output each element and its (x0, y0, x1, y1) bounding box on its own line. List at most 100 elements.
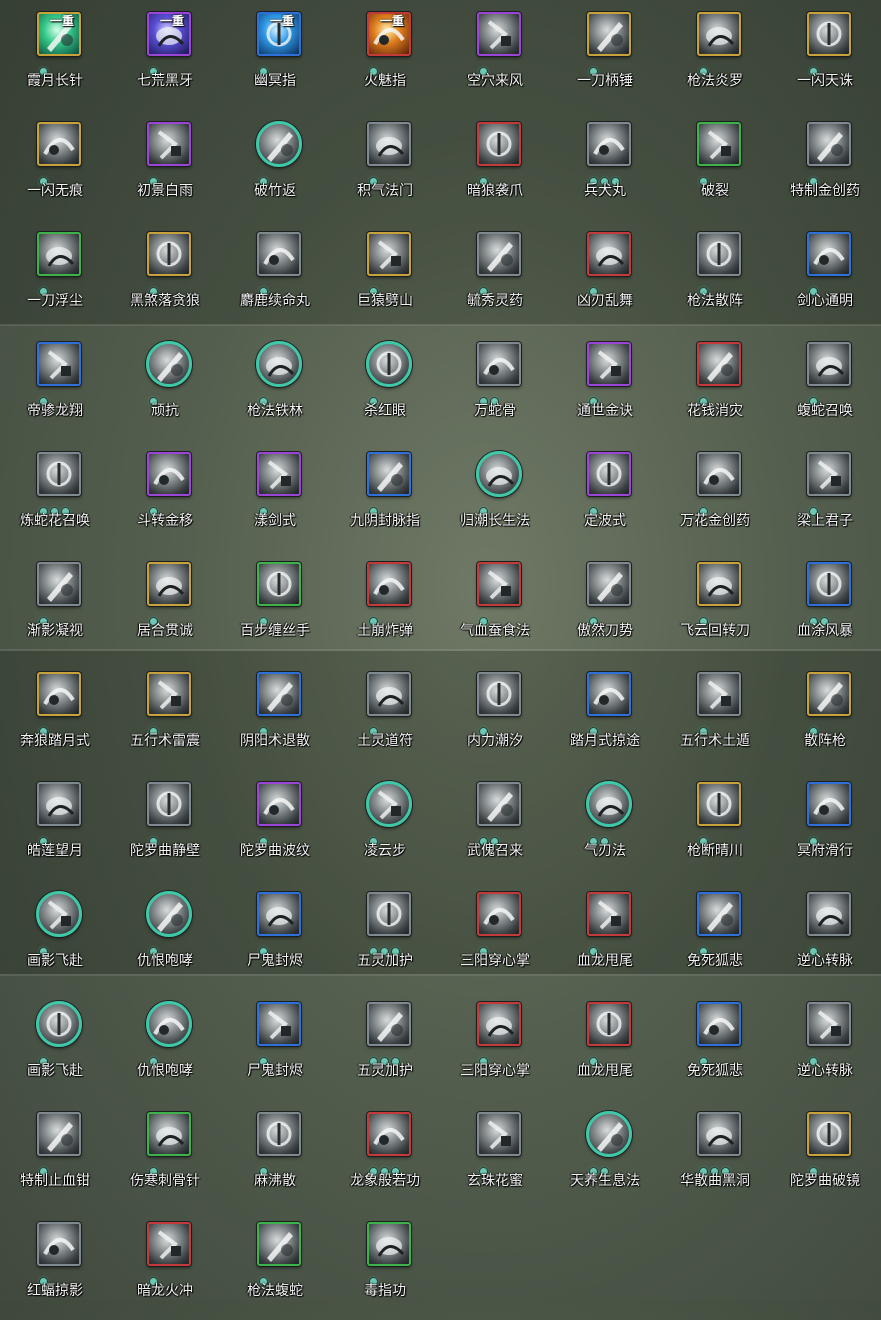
skill-slot[interactable]: 归潮长生法 (440, 440, 550, 550)
dash-icon[interactable] (37, 122, 81, 166)
skill-slot[interactable]: 枪法炎罗 (660, 0, 770, 110)
skill-slot[interactable]: 内力潮汐 (440, 660, 550, 770)
skill-slot[interactable]: 龙象般若功 (330, 1100, 440, 1210)
deer-icon[interactable] (257, 232, 301, 276)
skill-slot[interactable]: 红蝠掠影 (0, 1210, 110, 1320)
skill-slot[interactable]: 奔狼踏月式 (0, 660, 110, 770)
wind-blade-icon[interactable] (586, 781, 632, 827)
pill-icon[interactable] (587, 122, 631, 166)
skill-slot[interactable]: 逆心转脉 (770, 880, 880, 990)
skill-slot[interactable]: 特制止血钳 (0, 1100, 110, 1210)
skill-slot[interactable]: 一重 七荒黑牙 (110, 0, 220, 110)
dragon-icon[interactable] (37, 342, 81, 386)
skill-slot[interactable]: 蝮蛇召唤 (770, 330, 880, 440)
no-sword-icon[interactable] (36, 891, 82, 937)
skill-slot[interactable]: 万蛇骨 (440, 330, 550, 440)
earth-icon[interactable] (697, 672, 741, 716)
potion-icon[interactable] (807, 122, 851, 166)
skill-slot[interactable]: 一重 火魅指 (330, 0, 440, 110)
skill-slot[interactable]: 土灵道符 (330, 660, 440, 770)
tail-icon[interactable] (587, 892, 631, 936)
skill-slot[interactable]: 踏月式掠途 (550, 660, 660, 770)
skill-slot[interactable]: 九阴封脉指 (330, 440, 440, 550)
skill-slot[interactable]: 兵犬丸 (550, 110, 660, 220)
rain-icon[interactable] (147, 122, 191, 166)
skill-slot[interactable]: 阴阳术退散 (220, 660, 330, 770)
spear-icon[interactable] (807, 672, 851, 716)
swirl-icon[interactable] (807, 892, 851, 936)
skill-slot[interactable]: 麻沸散 (220, 1100, 330, 1210)
helmet-icon[interactable] (366, 341, 412, 387)
skill-slot[interactable]: 华散曲黑洞 (660, 1100, 770, 1210)
skill-slot[interactable]: 尸鬼封烬 (220, 990, 330, 1100)
skill-slot[interactable]: 居合贯诚 (110, 550, 220, 660)
tail-icon[interactable] (587, 1002, 631, 1046)
skill-slot[interactable]: 积气法门 (330, 110, 440, 220)
horse-icon[interactable] (807, 782, 851, 826)
palm-icon[interactable] (477, 1002, 521, 1046)
swirl-icon[interactable] (367, 122, 411, 166)
moon-icon[interactable] (587, 672, 631, 716)
skill-slot[interactable]: 五行术土遁 (660, 660, 770, 770)
wolf-icon[interactable] (147, 232, 191, 276)
crescent-icon[interactable] (37, 782, 81, 826)
skill-slot[interactable]: 破裂 (660, 110, 770, 220)
skill-slot[interactable]: 枪法蝮蛇 (220, 1210, 330, 1320)
skill-slot[interactable]: 暗狼袭爪 (440, 110, 550, 220)
skill-slot[interactable]: 一刀柄锤 (550, 0, 660, 110)
snake-icon[interactable] (807, 342, 851, 386)
skill-slot[interactable]: 逆心转脉 (770, 990, 880, 1100)
roar-icon[interactable] (146, 891, 192, 937)
wings-icon[interactable] (477, 562, 521, 606)
shatter-icon[interactable] (697, 122, 741, 166)
bomb-icon[interactable] (367, 562, 411, 606)
skill-slot[interactable]: 冥府滑行 (770, 770, 880, 880)
skill-slot[interactable]: 特制金创药 (770, 110, 880, 220)
skill-slot[interactable]: 漾剑式 (220, 440, 330, 550)
snake-icon[interactable] (477, 342, 521, 386)
claw-icon[interactable] (477, 122, 521, 166)
skill-slot[interactable]: 定波式 (550, 440, 660, 550)
hammer-icon[interactable] (587, 12, 631, 56)
bamboo-icon[interactable] (256, 121, 302, 167)
snake-icon[interactable] (257, 1222, 301, 1266)
spiral-icon[interactable] (147, 452, 191, 496)
yinyang-icon[interactable] (257, 672, 301, 716)
skill-slot[interactable]: 黑煞落贪狼 (110, 220, 220, 330)
skill-slot[interactable]: 毒指功 (330, 1210, 440, 1320)
ripple-icon[interactable] (257, 782, 301, 826)
altar-icon[interactable] (367, 892, 411, 936)
blade-icon[interactable] (587, 562, 631, 606)
lightning-icon[interactable] (807, 12, 851, 56)
skill-slot[interactable]: 麝鹿续命丸 (220, 220, 330, 330)
orb-icon[interactable] (257, 892, 301, 936)
skill-slot[interactable]: 枪法散阵 (660, 220, 770, 330)
skill-slot[interactable]: 免死狐悲 (660, 990, 770, 1100)
cloud-icon[interactable] (697, 562, 741, 606)
flower-icon[interactable] (37, 452, 81, 496)
ape-icon[interactable] (367, 232, 411, 276)
skill-slot[interactable]: 斗转金移 (110, 440, 220, 550)
skill-slot[interactable]: 画影飞赴 (0, 880, 110, 990)
swirl-icon[interactable] (807, 1002, 851, 1046)
skill-slot[interactable]: 仇恨咆哮 (110, 990, 220, 1100)
skill-slot[interactable]: 气刃法 (550, 770, 660, 880)
orb-icon[interactable] (257, 1002, 301, 1046)
skill-slot[interactable]: 三阳穿心掌 (440, 880, 550, 990)
skill-slot[interactable]: 玄珠花蜜 (440, 1100, 550, 1210)
skill-slot[interactable]: 散阵枪 (770, 660, 880, 770)
skill-slot[interactable]: 花钱消灾 (660, 330, 770, 440)
skill-slot[interactable]: 五灵加护 (330, 990, 440, 1100)
hand-icon[interactable] (257, 562, 301, 606)
skill-slot[interactable]: 武傀召来 (440, 770, 550, 880)
lightning-icon[interactable] (697, 782, 741, 826)
meditate-icon[interactable] (476, 451, 522, 497)
finger-icon[interactable] (367, 1222, 411, 1266)
fox-icon[interactable] (697, 1002, 741, 1046)
gourd-icon[interactable] (477, 232, 521, 276)
skill-slot[interactable]: 凌云步 (330, 770, 440, 880)
dance-icon[interactable] (587, 232, 631, 276)
skill-slot[interactable]: 陀罗曲静壁 (110, 770, 220, 880)
skill-slot[interactable]: 陀罗曲破镜 (770, 1100, 880, 1210)
blade-icon[interactable] (37, 232, 81, 276)
